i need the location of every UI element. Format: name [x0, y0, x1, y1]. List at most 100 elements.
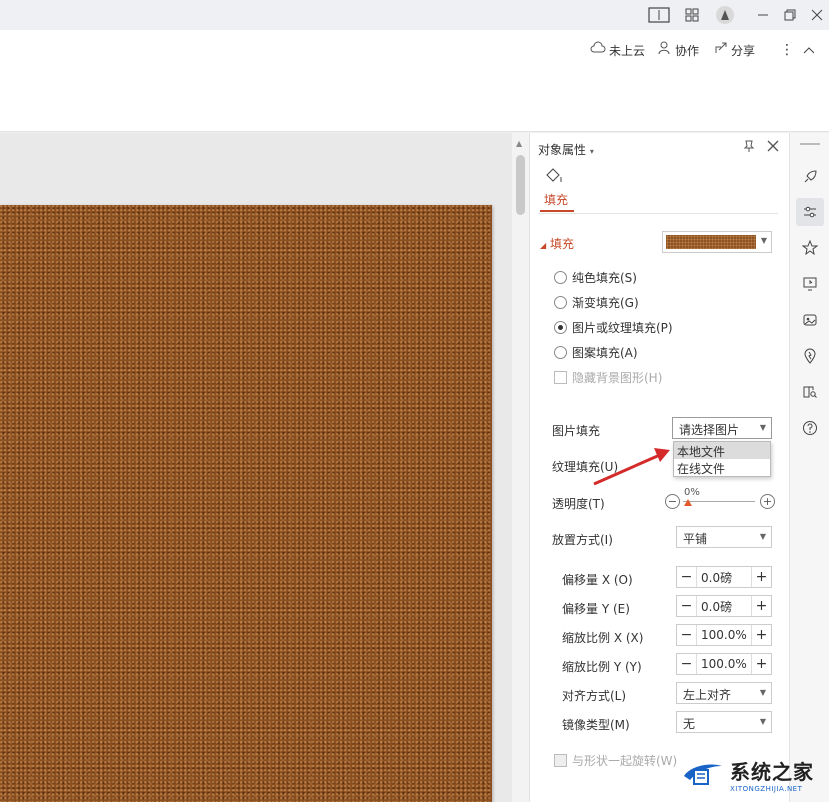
divider [538, 213, 778, 214]
share-icon [714, 41, 728, 59]
radio-button[interactable] [554, 296, 567, 309]
slide-shape-leather-texture[interactable] [0, 205, 492, 802]
site-watermark: 系统之家 XITONGZHIJIA.NET [680, 750, 825, 798]
minus-button[interactable]: − [677, 654, 697, 674]
watermark-cn: 系统之家 [730, 759, 814, 784]
align-select[interactable]: 左上对齐 ▼ [676, 682, 772, 704]
placement-label: 放置方式(I) [552, 533, 613, 547]
plus-button[interactable]: + [751, 596, 771, 616]
radio-picture-texture-fill[interactable]: 图片或纹理填充(P) [554, 319, 673, 336]
cloud-icon [590, 41, 606, 59]
radio-button[interactable] [554, 346, 567, 359]
plus-button[interactable]: + [751, 654, 771, 674]
watermark-en: XITONGZHIJIA.NET [730, 784, 803, 793]
checkbox-rotate-with-shape[interactable]: 与形状一起旋转(W) [554, 752, 677, 769]
chevron-down-icon: ▼ [759, 688, 766, 697]
mirror-label: 镜像类型(M) [562, 718, 630, 732]
share-button[interactable]: 分享 [714, 40, 755, 60]
cloud-status-button[interactable]: 未上云 [590, 40, 645, 60]
scroll-up-icon[interactable]: ▲ [516, 139, 522, 148]
document-toolbar: 未上云 协作 分享 ⋮ [0, 30, 829, 132]
help-icon[interactable] [796, 414, 824, 442]
drag-handle[interactable] [800, 143, 820, 145]
collapse-ribbon-icon[interactable] [803, 40, 815, 60]
minimize-icon[interactable] [752, 5, 774, 25]
minus-button[interactable]: − [677, 567, 697, 587]
vertical-scrollbar[interactable]: ▲ [512, 133, 529, 802]
location-icon[interactable] [796, 342, 824, 370]
chevron-down-icon: ▼ [759, 423, 766, 432]
rocket-icon[interactable] [796, 163, 824, 191]
share-label: 分享 [731, 43, 756, 58]
fill-bucket-icon[interactable] [544, 167, 564, 189]
radio-pattern-fill[interactable]: 图案填充(A) [554, 344, 638, 361]
slide-canvas [0, 133, 512, 802]
transparency-label: 透明度(T) [552, 497, 605, 511]
book-search-icon[interactable] [796, 378, 824, 406]
grid-icon[interactable] [681, 5, 703, 25]
user-avatar-icon[interactable] [714, 5, 736, 25]
increase-icon[interactable]: + [760, 494, 775, 509]
offset-x-stepper[interactable]: − 0.0磅 + [676, 566, 772, 588]
picture-source-menu: 本地文件 在线文件 [673, 441, 771, 477]
collaborate-label: 协作 [675, 43, 700, 58]
menu-item-local-file[interactable]: 本地文件 [674, 442, 770, 459]
slider-knob[interactable] [684, 499, 692, 506]
pin-icon[interactable] [742, 139, 756, 157]
scale-y-label: 缩放比例 Y (Y) [562, 660, 642, 674]
decrease-icon[interactable]: − [665, 494, 680, 509]
minus-button[interactable]: − [677, 625, 697, 645]
plus-button[interactable]: + [751, 625, 771, 645]
person-add-icon [658, 41, 672, 59]
menu-item-online-file[interactable]: 在线文件 [674, 459, 770, 476]
fill-section-header[interactable]: ◢ 填充 [540, 235, 574, 252]
watermark-logo [680, 756, 724, 792]
scroll-thumb[interactable] [516, 155, 525, 215]
panel-title[interactable]: 对象属性 ▾ [538, 141, 594, 158]
image-icon[interactable] [796, 306, 824, 334]
texture-swatch [666, 235, 756, 249]
annotation-arrow [593, 448, 670, 486]
offset-y-stepper[interactable]: − 0.0磅 + [676, 595, 772, 617]
collaborate-button[interactable]: 协作 [658, 40, 699, 60]
radio-gradient-fill[interactable]: 渐变填充(G) [554, 294, 639, 311]
checkbox[interactable] [554, 371, 567, 384]
cloud-status-label: 未上云 [609, 43, 646, 58]
reading-mode-icon[interactable] [648, 5, 670, 25]
plus-button[interactable]: + [751, 567, 771, 587]
checkbox[interactable] [554, 754, 567, 767]
restore-icon[interactable] [779, 5, 801, 25]
transparency-slider[interactable]: − 0% + [665, 487, 775, 513]
picture-fill-label: 图片填充 [552, 424, 601, 438]
align-label: 对齐方式(L) [562, 689, 627, 703]
chevron-down-icon: ▼ [760, 236, 767, 245]
picture-fill-select[interactable]: 请选择图片 ▼ [672, 417, 772, 439]
radio-button-selected[interactable] [554, 321, 567, 334]
minus-button[interactable]: − [677, 596, 697, 616]
star-effect-icon[interactable] [796, 234, 824, 262]
more-menu-icon[interactable]: ⋮ [780, 40, 794, 60]
tab-active-indicator [540, 210, 574, 212]
offset-y-label: 偏移量 Y (E) [562, 602, 630, 616]
adjust-settings-icon[interactable] [796, 198, 824, 226]
chevron-down-icon: ▼ [759, 532, 766, 541]
scale-y-stepper[interactable]: − 100.0% + [676, 653, 772, 675]
close-icon[interactable] [806, 5, 828, 25]
tab-fill[interactable]: 填充 [544, 191, 568, 208]
checkbox-hide-background[interactable]: 隐藏背景图形(H) [554, 369, 662, 386]
scale-x-stepper[interactable]: − 100.0% + [676, 624, 772, 646]
slider-track[interactable] [683, 501, 755, 502]
close-panel-icon[interactable] [766, 139, 780, 157]
title-bar [0, 0, 829, 30]
mirror-select[interactable]: 无 ▼ [676, 711, 772, 733]
chevron-down-icon: ▼ [759, 717, 766, 726]
radio-button[interactable] [554, 271, 567, 284]
radio-solid-fill[interactable]: 纯色填充(S) [554, 269, 637, 286]
transition-icon[interactable] [796, 270, 824, 298]
placement-select[interactable]: 平铺 ▼ [676, 526, 772, 548]
right-sidebar [789, 133, 829, 802]
transparency-value: 0% [684, 487, 700, 498]
scale-x-label: 缩放比例 X (X) [562, 631, 644, 645]
fill-color-dropdown[interactable]: ▼ [662, 231, 772, 253]
offset-x-label: 偏移量 X (O) [562, 573, 633, 587]
